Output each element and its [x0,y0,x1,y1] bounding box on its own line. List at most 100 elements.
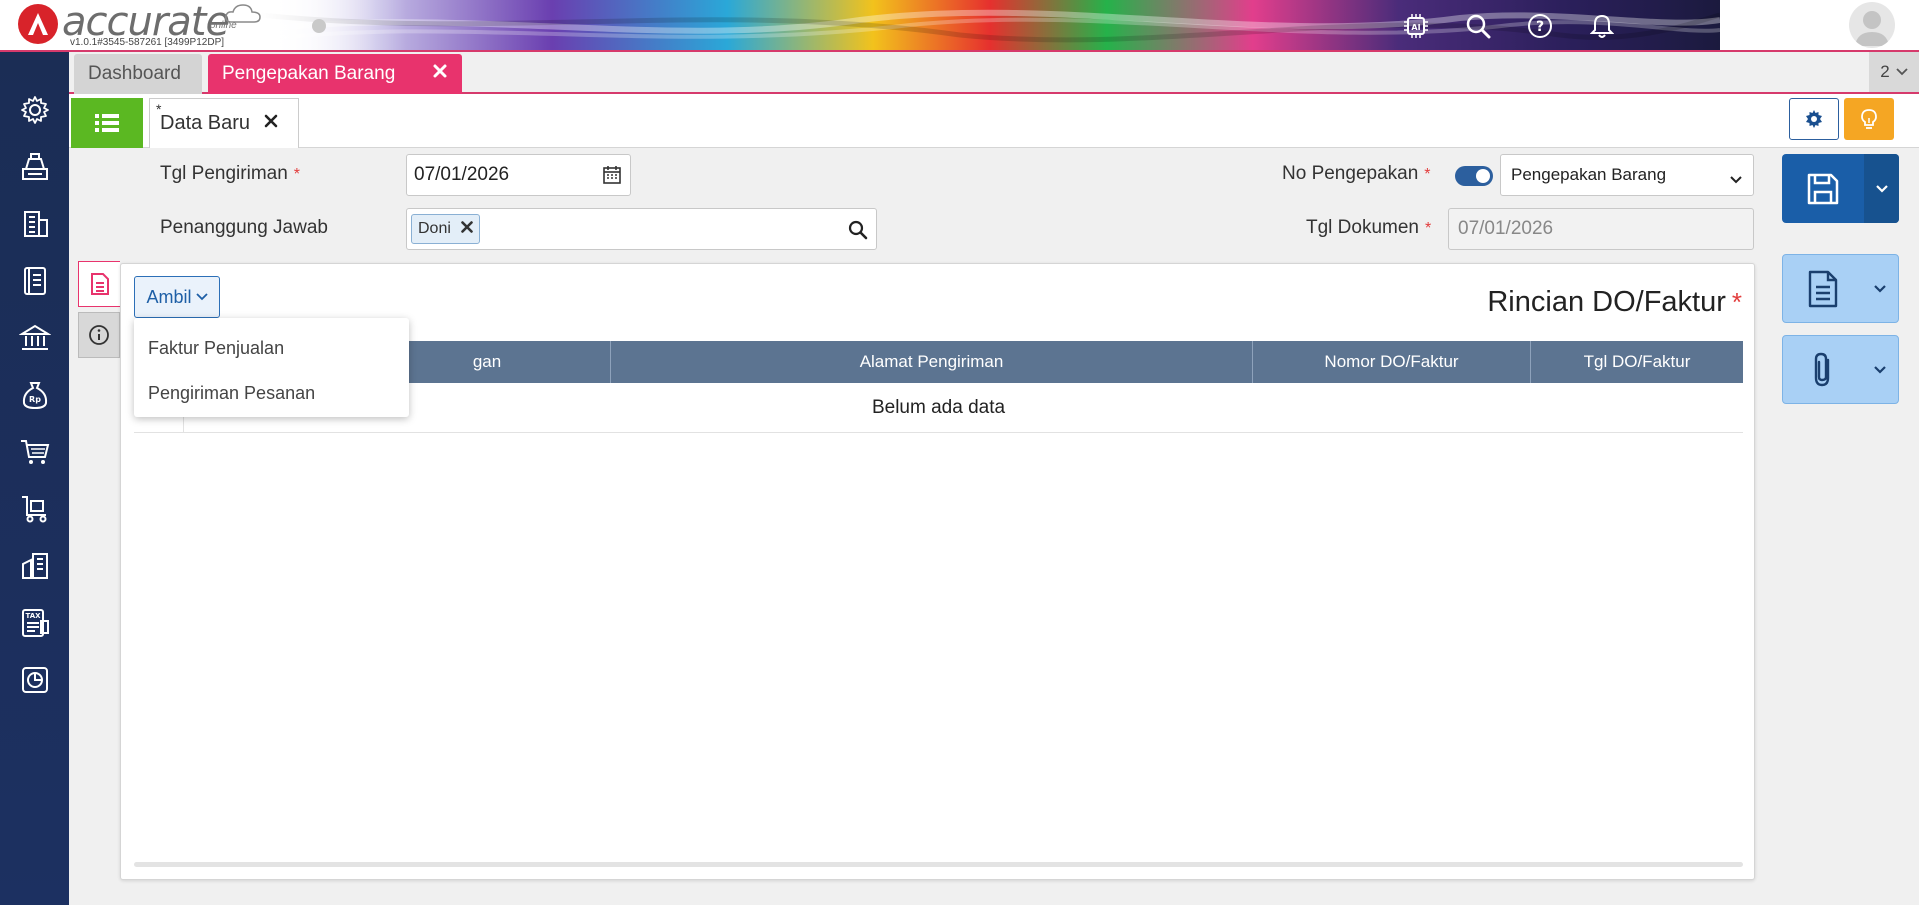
selected-person-chip: Doni [411,214,480,244]
tab-info[interactable] [78,312,120,358]
info-icon [89,325,109,345]
panel-title: Rincian DO/Faktur * [1487,286,1742,319]
logo-online-label: online [210,20,237,31]
warehouse-icon[interactable] [17,548,53,584]
chevron-down-icon [195,293,208,301]
save-icon [1782,154,1864,223]
tab-detail[interactable] [78,261,120,307]
tgl-dokumen-text: Tgl Dokumen [1306,217,1419,238]
status-dot [312,19,326,33]
tab-count-value: 2 [1880,62,1890,81]
print-document-button[interactable] [1782,254,1899,323]
bell-icon[interactable] [1586,10,1618,42]
tgl-dokumen-label: Tgl Dokumen * [1306,217,1431,239]
list-view-button[interactable] [71,98,143,148]
tgl-pengiriman-value: 07/01/2026 [414,164,510,185]
search-icon[interactable] [1462,10,1494,42]
chevron-down-icon[interactable] [1864,154,1899,223]
chevron-down-icon [1896,68,1908,76]
lightbulb-icon [1861,109,1877,129]
user-info[interactable]: Fifi Fashion Tiara [1726,3,1835,47]
tgl-pengiriman-text: Tgl Pengiriman [160,163,288,184]
remove-icon[interactable] [461,220,473,238]
auto-number-toggle[interactable] [1455,166,1493,186]
no-pengepakan-value: Pengepakan Barang [1511,165,1667,184]
chevron-down-icon[interactable] [1899,16,1913,34]
calendar-icon[interactable] [602,165,622,191]
paperclip-icon [1783,350,1862,390]
help-icon[interactable]: ? [1524,10,1556,42]
save-button[interactable] [1782,154,1899,223]
column-label: Tgl DO/Faktur [1583,352,1691,371]
logo-mark-icon [18,4,58,44]
no-pengepakan-select[interactable]: Pengepakan Barang [1500,154,1754,196]
tab-data-baru-label: Data Baru [160,112,251,134]
required-mark: * [293,166,301,183]
column-label: Alamat Pengiriman [859,352,1004,371]
report-icon[interactable] [17,662,53,698]
bank-icon[interactable] [17,320,53,356]
close-icon[interactable] [264,114,278,133]
column-label: gan [472,352,502,371]
required-mark: * [1425,220,1432,237]
no-pengepakan-text: No Pengepakan [1282,163,1419,184]
top-header: accurate online v1.0.1#3545-587261 [3499… [0,0,1919,52]
tgl-pengiriman-field[interactable]: 07/01/2026 [406,154,631,196]
tgl-pengiriman-label: Tgl Pengiriman * [160,163,300,185]
svg-text:AI: AI [1411,23,1420,32]
document-icon [90,273,109,295]
ai-chip-icon[interactable]: AI [1400,10,1432,42]
gear-icon [1806,110,1822,128]
chevron-down-icon[interactable] [1862,284,1898,294]
empty-message: Belum ada data [871,396,1006,418]
panel-title-text: Rincian DO/Faktur [1487,286,1726,318]
penanggung-jawab-field[interactable]: Doni [406,208,877,250]
column-label: Nomor DO/Faktur [1324,352,1459,371]
tips-button[interactable] [1844,98,1894,140]
tax-icon[interactable]: TAX [17,605,53,641]
settings-button[interactable] [1789,98,1839,140]
document-toolbar: * Data Baru [69,94,1919,148]
building-icon[interactable] [17,206,53,242]
required-mark: * [1424,166,1431,183]
tab-data-baru[interactable]: * Data Baru [149,98,299,148]
money-bag-icon[interactable]: Rp [17,377,53,413]
cashier-icon[interactable] [17,149,53,185]
ambil-dropdown-menu: Faktur Penjualan Pengiriman Pesanan [134,318,409,417]
delivery-cart-icon[interactable] [17,491,53,527]
attachment-button[interactable] [1782,335,1899,404]
logo-text: accurate [62,0,230,45]
user-name: Tiara [1799,29,1835,46]
menu-item-pengiriman-pesanan[interactable]: Pengiriman Pesanan [134,371,409,416]
close-icon[interactable] [432,63,448,85]
svg-text:TAX: TAX [25,612,41,620]
company-name: Fifi Fashion [1726,4,1835,27]
tab-dashboard-label: Dashboard [88,63,181,84]
tab-dashboard[interactable]: Dashboard [74,54,202,94]
gear-icon[interactable] [17,92,53,128]
chevron-down-icon[interactable] [1862,365,1898,375]
list-icon [95,114,119,132]
ledger-icon[interactable] [17,263,53,299]
ambil-button[interactable]: Ambil [134,276,220,318]
tgl-dokumen-field: 07/01/2026 [1448,208,1754,250]
svg-text:Rp: Rp [29,395,41,404]
no-pengepakan-label: No Pengepakan * [1282,163,1431,185]
module-tabs: Dashboard Pengepakan Barang 2 [69,52,1919,94]
avatar[interactable] [1849,2,1895,48]
tab-pengepakan-barang[interactable]: Pengepakan Barang [208,54,462,94]
cart-icon[interactable] [17,434,53,470]
horizontal-scrollbar[interactable] [134,862,1743,867]
column-header[interactable]: Alamat Pengiriman [611,341,1253,383]
menu-item-faktur-penjualan[interactable]: Faktur Penjualan [134,326,409,371]
svg-text:?: ? [1536,19,1544,35]
column-header[interactable]: Tgl DO/Faktur [1531,341,1743,383]
column-header[interactable]: Nomor DO/Faktur [1253,341,1531,383]
required-mark: * [1731,287,1742,317]
open-tabs-counter[interactable]: 2 [1869,52,1919,92]
chip-label: Doni [418,220,451,237]
ambil-label: Ambil [146,286,192,307]
tab-active-label: Pengepakan Barang [222,63,396,84]
search-icon[interactable] [848,220,868,246]
penanggung-jawab-label: Penanggung Jawab [160,217,328,238]
